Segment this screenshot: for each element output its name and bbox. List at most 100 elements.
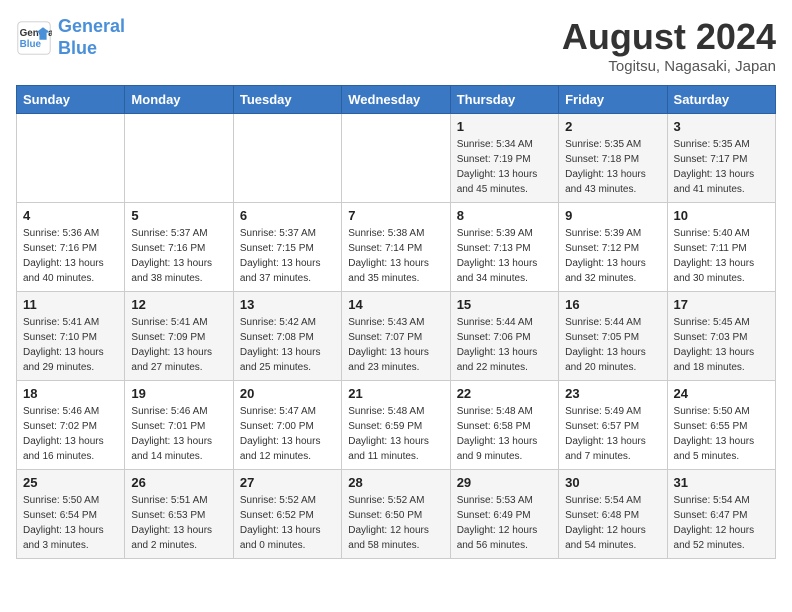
calendar-cell-5-2: 26 Sunrise: 5:51 AM Sunset: 6:53 PM Dayli… xyxy=(125,470,233,559)
day-info: Sunrise: 5:34 AM Sunset: 7:19 PM Dayligh… xyxy=(457,137,552,197)
weekday-header-wednesday: Wednesday xyxy=(342,86,450,114)
day-number: 28 xyxy=(348,475,443,490)
weekday-header-monday: Monday xyxy=(125,86,233,114)
day-number: 4 xyxy=(23,208,118,223)
calendar-cell-4-4: 21 Sunrise: 5:48 AM Sunset: 6:59 PM Dayli… xyxy=(342,381,450,470)
day-info: Sunrise: 5:37 AM Sunset: 7:16 PM Dayligh… xyxy=(131,226,226,286)
weekday-header-saturday: Saturday xyxy=(667,86,775,114)
day-number: 15 xyxy=(457,297,552,312)
logo: General Blue General Blue xyxy=(16,16,125,59)
day-number: 9 xyxy=(565,208,660,223)
calendar-cell-4-7: 24Sunrise: 5:50 AM Sunset: 6:55 PM Dayli… xyxy=(667,381,775,470)
calendar-cell-1-4 xyxy=(342,114,450,203)
calendar-cell-3-6: 16 Sunrise: 5:44 AM Sunset: 7:05 PM Dayli… xyxy=(559,292,667,381)
calendar-cell-2-7: 10Sunrise: 5:40 AM Sunset: 7:11 PM Dayli… xyxy=(667,203,775,292)
day-number: 13 xyxy=(240,297,335,312)
calendar-cell-2-3: 6Sunrise: 5:37 AM Sunset: 7:15 PM Daylig… xyxy=(233,203,341,292)
calendar-cell-5-7: 31Sunrise: 5:54 AM Sunset: 6:47 PM Dayli… xyxy=(667,470,775,559)
day-info: Sunrise: 5:44 AM Sunset: 7:06 PM Dayligh… xyxy=(457,315,552,375)
calendar-cell-5-4: 28Sunrise: 5:52 AM Sunset: 6:50 PM Dayli… xyxy=(342,470,450,559)
day-info: Sunrise: 5:51 AM Sunset: 6:53 PM Dayligh… xyxy=(131,493,226,553)
day-info: Sunrise: 5:41 AM Sunset: 7:09 PM Dayligh… xyxy=(131,315,226,375)
calendar-title: August 2024 xyxy=(562,16,776,58)
calendar-subtitle: Togitsu, Nagasaki, Japan xyxy=(562,58,776,75)
calendar-cell-1-3 xyxy=(233,114,341,203)
logo-text: General Blue xyxy=(58,16,125,59)
calendar-cell-5-5: 29Sunrise: 5:53 AM Sunset: 6:49 PM Dayli… xyxy=(450,470,558,559)
calendar-cell-2-5: 8Sunrise: 5:39 AM Sunset: 7:13 PM Daylig… xyxy=(450,203,558,292)
calendar-cell-3-1: 11 Sunrise: 5:41 AM Sunset: 7:10 PM Dayli… xyxy=(17,292,125,381)
calendar-cell-3-4: 14 Sunrise: 5:43 AM Sunset: 7:07 PM Dayli… xyxy=(342,292,450,381)
day-info: Sunrise: 5:46 AM Sunset: 7:02 PM Dayligh… xyxy=(23,404,118,464)
calendar-cell-1-2 xyxy=(125,114,233,203)
calendar-cell-1-1 xyxy=(17,114,125,203)
day-info: Sunrise: 5:53 AM Sunset: 6:49 PM Dayligh… xyxy=(457,493,552,553)
calendar-cell-3-3: 13 Sunrise: 5:42 AM Sunset: 7:08 PM Dayli… xyxy=(233,292,341,381)
svg-text:Blue: Blue xyxy=(20,39,42,50)
day-number: 22 xyxy=(457,386,552,401)
day-info: Sunrise: 5:47 AM Sunset: 7:00 PM Dayligh… xyxy=(240,404,335,464)
day-number: 11 xyxy=(23,297,118,312)
day-number: 14 xyxy=(348,297,443,312)
day-number: 19 xyxy=(131,386,226,401)
calendar-cell-4-1: 18 Sunrise: 5:46 AM Sunset: 7:02 PM Dayli… xyxy=(17,381,125,470)
day-info: Sunrise: 5:54 AM Sunset: 6:48 PM Dayligh… xyxy=(565,493,660,553)
day-number: 3 xyxy=(674,119,769,134)
day-info: Sunrise: 5:35 AM Sunset: 7:18 PM Dayligh… xyxy=(565,137,660,197)
day-number: 20 xyxy=(240,386,335,401)
day-info: Sunrise: 5:43 AM Sunset: 7:07 PM Dayligh… xyxy=(348,315,443,375)
day-info: Sunrise: 5:48 AM Sunset: 6:59 PM Dayligh… xyxy=(348,404,443,464)
calendar-cell-2-4: 7Sunrise: 5:38 AM Sunset: 7:14 PM Daylig… xyxy=(342,203,450,292)
day-info: Sunrise: 5:38 AM Sunset: 7:14 PM Dayligh… xyxy=(348,226,443,286)
week-row-5: 25 Sunrise: 5:50 AM Sunset: 6:54 PM Dayli… xyxy=(17,470,776,559)
weekday-header-row: SundayMondayTuesdayWednesdayThursdayFrid… xyxy=(17,86,776,114)
calendar-cell-3-5: 15 Sunrise: 5:44 AM Sunset: 7:06 PM Dayli… xyxy=(450,292,558,381)
day-number: 25 xyxy=(23,475,118,490)
weekday-header-friday: Friday xyxy=(559,86,667,114)
weekday-header-tuesday: Tuesday xyxy=(233,86,341,114)
calendar-cell-4-3: 20 Sunrise: 5:47 AM Sunset: 7:00 PM Dayli… xyxy=(233,381,341,470)
day-number: 6 xyxy=(240,208,335,223)
day-info: Sunrise: 5:41 AM Sunset: 7:10 PM Dayligh… xyxy=(23,315,118,375)
calendar-cell-4-5: 22 Sunrise: 5:48 AM Sunset: 6:58 PM Dayli… xyxy=(450,381,558,470)
day-number: 1 xyxy=(457,119,552,134)
day-info: Sunrise: 5:40 AM Sunset: 7:11 PM Dayligh… xyxy=(674,226,769,286)
day-info: Sunrise: 5:42 AM Sunset: 7:08 PM Dayligh… xyxy=(240,315,335,375)
week-row-1: 1 Sunrise: 5:34 AM Sunset: 7:19 PM Daylig… xyxy=(17,114,776,203)
day-info: Sunrise: 5:36 AM Sunset: 7:16 PM Dayligh… xyxy=(23,226,118,286)
day-number: 16 xyxy=(565,297,660,312)
day-number: 12 xyxy=(131,297,226,312)
day-number: 23 xyxy=(565,386,660,401)
calendar-cell-1-6: 2 Sunrise: 5:35 AM Sunset: 7:18 PM Daylig… xyxy=(559,114,667,203)
calendar-cell-1-5: 1 Sunrise: 5:34 AM Sunset: 7:19 PM Daylig… xyxy=(450,114,558,203)
day-number: 5 xyxy=(131,208,226,223)
calendar-cell-5-3: 27Sunrise: 5:52 AM Sunset: 6:52 PM Dayli… xyxy=(233,470,341,559)
weekday-header-thursday: Thursday xyxy=(450,86,558,114)
calendar-cell-3-2: 12 Sunrise: 5:41 AM Sunset: 7:09 PM Dayli… xyxy=(125,292,233,381)
calendar-cell-4-6: 23 Sunrise: 5:49 AM Sunset: 6:57 PM Dayli… xyxy=(559,381,667,470)
day-number: 30 xyxy=(565,475,660,490)
week-row-4: 18 Sunrise: 5:46 AM Sunset: 7:02 PM Dayli… xyxy=(17,381,776,470)
svg-text:General: General xyxy=(20,28,52,39)
calendar-body: 1 Sunrise: 5:34 AM Sunset: 7:19 PM Daylig… xyxy=(17,114,776,559)
calendar-cell-3-7: 17Sunrise: 5:45 AM Sunset: 7:03 PM Dayli… xyxy=(667,292,775,381)
calendar-cell-5-1: 25 Sunrise: 5:50 AM Sunset: 6:54 PM Dayli… xyxy=(17,470,125,559)
day-number: 21 xyxy=(348,386,443,401)
day-number: 27 xyxy=(240,475,335,490)
day-number: 26 xyxy=(131,475,226,490)
day-info: Sunrise: 5:48 AM Sunset: 6:58 PM Dayligh… xyxy=(457,404,552,464)
calendar-table: SundayMondayTuesdayWednesdayThursdayFrid… xyxy=(16,85,776,559)
day-info: Sunrise: 5:39 AM Sunset: 7:12 PM Dayligh… xyxy=(565,226,660,286)
day-info: Sunrise: 5:50 AM Sunset: 6:54 PM Dayligh… xyxy=(23,493,118,553)
day-info: Sunrise: 5:50 AM Sunset: 6:55 PM Dayligh… xyxy=(674,404,769,464)
calendar-cell-2-6: 9 Sunrise: 5:39 AM Sunset: 7:12 PM Daylig… xyxy=(559,203,667,292)
week-row-3: 11 Sunrise: 5:41 AM Sunset: 7:10 PM Dayli… xyxy=(17,292,776,381)
calendar-cell-2-2: 5 Sunrise: 5:37 AM Sunset: 7:16 PM Daylig… xyxy=(125,203,233,292)
calendar-cell-1-7: 3Sunrise: 5:35 AM Sunset: 7:17 PM Daylig… xyxy=(667,114,775,203)
day-number: 17 xyxy=(674,297,769,312)
day-number: 8 xyxy=(457,208,552,223)
day-info: Sunrise: 5:44 AM Sunset: 7:05 PM Dayligh… xyxy=(565,315,660,375)
day-info: Sunrise: 5:49 AM Sunset: 6:57 PM Dayligh… xyxy=(565,404,660,464)
day-number: 2 xyxy=(565,119,660,134)
day-number: 18 xyxy=(23,386,118,401)
